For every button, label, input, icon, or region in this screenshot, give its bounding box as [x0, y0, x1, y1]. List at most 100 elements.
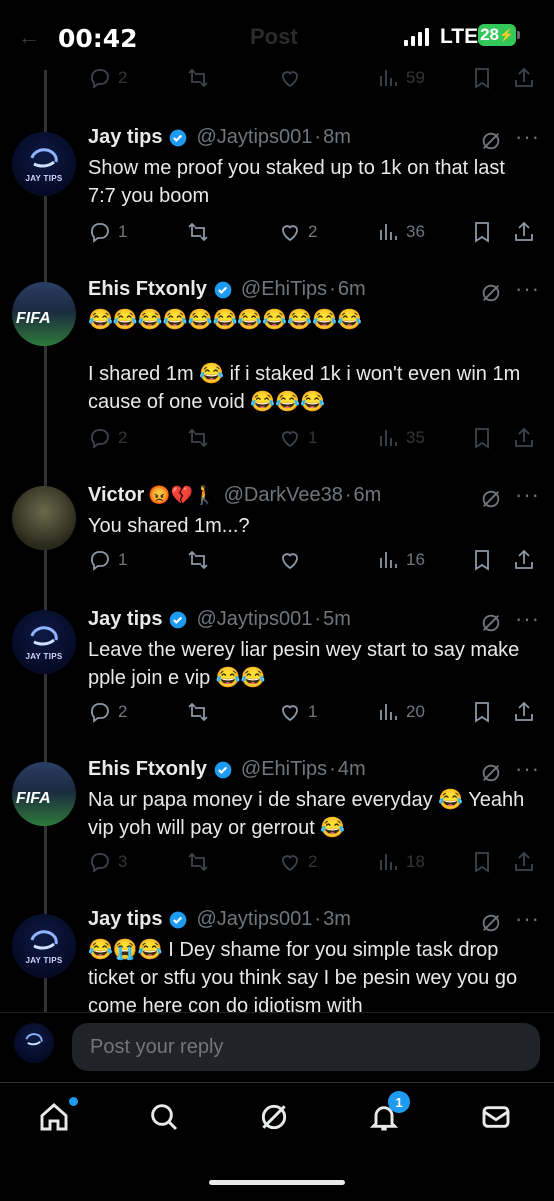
- avatar[interactable]: FIFA: [12, 282, 76, 346]
- post-time: 6m: [353, 484, 382, 506]
- share-icon: [515, 221, 533, 241]
- author-handle[interactable]: @Jaytips001: [196, 608, 312, 631]
- action-bar: 1 2 36: [88, 220, 533, 250]
- reply-button[interactable]: 3: [88, 850, 127, 874]
- author-handle[interactable]: @EhiTips: [241, 758, 327, 781]
- grok-icon[interactable]: [480, 130, 502, 152]
- views-button[interactable]: 59: [376, 66, 425, 90]
- grok-icon[interactable]: [480, 762, 502, 784]
- bookmark-button[interactable]: [470, 548, 494, 572]
- repost-button[interactable]: [186, 700, 210, 724]
- nav-notifications[interactable]: 1: [368, 1091, 410, 1137]
- grok-icon[interactable]: [480, 282, 502, 304]
- author-handle[interactable]: @Jaytips001: [196, 126, 312, 149]
- author-name[interactable]: Victor: [88, 484, 144, 507]
- grok-icon[interactable]: [480, 488, 502, 510]
- repost-button[interactable]: [186, 850, 210, 874]
- action-bar: 2 1 20: [88, 700, 533, 730]
- author-handle[interactable]: @EhiTips: [241, 278, 327, 301]
- avatar[interactable]: JAY TIPS: [12, 914, 76, 978]
- reply-icon: [91, 853, 109, 873]
- more-options-icon[interactable]: ···: [515, 606, 540, 632]
- reply-icon: [91, 69, 109, 89]
- repost-icon: [188, 428, 208, 448]
- bookmark-button[interactable]: [470, 66, 494, 90]
- post-header: Jay tips @Jaytips001 · 5m: [88, 608, 351, 631]
- grok-icon[interactable]: [480, 612, 502, 634]
- share-button[interactable]: [512, 700, 536, 724]
- heart-icon: [282, 855, 298, 872]
- nav-search[interactable]: [148, 1101, 184, 1137]
- avatar-label: FIFA: [16, 310, 51, 327]
- views-icon: [380, 224, 397, 240]
- more-options-icon[interactable]: ···: [515, 124, 540, 150]
- more-options-icon[interactable]: ···: [515, 276, 540, 302]
- repost-button[interactable]: [186, 220, 210, 244]
- bookmark-button[interactable]: [470, 850, 494, 874]
- views-count: 20: [406, 702, 425, 721]
- avatar-label: JAY TIPS: [25, 652, 63, 661]
- author-name[interactable]: Jay tips: [88, 126, 162, 149]
- nav-messages[interactable]: [480, 1101, 516, 1137]
- author-name[interactable]: Ehis Ftxonly: [88, 278, 207, 301]
- reply-button[interactable]: 2: [88, 426, 127, 450]
- my-avatar[interactable]: [14, 1023, 54, 1063]
- repost-button[interactable]: [186, 426, 210, 450]
- nav-grok[interactable]: [258, 1101, 294, 1137]
- avatar[interactable]: JAY TIPS: [12, 132, 76, 196]
- separator-dot: ·: [314, 608, 322, 630]
- bookmark-button[interactable]: [470, 426, 494, 450]
- like-button[interactable]: [278, 66, 302, 90]
- author-name[interactable]: Jay tips: [88, 608, 162, 631]
- avatar[interactable]: JAY TIPS: [12, 610, 76, 674]
- views-count: 18: [406, 852, 425, 871]
- avatar[interactable]: FIFA: [12, 762, 76, 826]
- jay-tips-logo-icon: [30, 930, 58, 950]
- more-options-icon[interactable]: ···: [515, 756, 540, 782]
- share-button[interactable]: [512, 66, 536, 90]
- bookmark-button[interactable]: [470, 220, 494, 244]
- repost-button[interactable]: [186, 66, 210, 90]
- notification-badge: 1: [388, 1091, 410, 1113]
- share-icon: [515, 549, 533, 569]
- nav-home[interactable]: [38, 1097, 78, 1137]
- like-button[interactable]: 2: [278, 850, 317, 874]
- grok-icon[interactable]: [480, 912, 502, 934]
- views-button[interactable]: 16: [376, 548, 425, 572]
- like-button[interactable]: 2: [278, 220, 317, 244]
- views-icon: [380, 704, 397, 720]
- author-handle[interactable]: @DarkVee38: [224, 484, 343, 507]
- views-button[interactable]: 18: [376, 850, 425, 874]
- reply-bar: [0, 1012, 554, 1083]
- share-button[interactable]: [512, 426, 536, 450]
- views-button[interactable]: 35: [376, 426, 425, 450]
- share-button[interactable]: [512, 850, 536, 874]
- more-options-icon[interactable]: ···: [515, 906, 540, 932]
- views-button[interactable]: 20: [376, 700, 425, 724]
- back-arrow-icon[interactable]: ←: [18, 24, 40, 50]
- like-button[interactable]: 1: [278, 700, 317, 724]
- status-bar: ← 00:42 Post LTE 28 ⚡: [0, 0, 554, 68]
- reply-post[interactable]: JAY TIPS Jay tips @Jaytips001 · 3m ··· 😂…: [0, 906, 554, 1012]
- reply-button[interactable]: 1: [88, 220, 127, 244]
- author-name[interactable]: Jay tips: [88, 908, 162, 931]
- avatar[interactable]: [12, 486, 76, 550]
- reply-input[interactable]: [72, 1023, 540, 1071]
- like-button[interactable]: 1: [278, 426, 317, 450]
- like-count: 1: [308, 702, 318, 721]
- share-button[interactable]: [512, 220, 536, 244]
- post-text: I shared 1m 😂 if i staked 1k i won't eve…: [88, 363, 521, 413]
- like-button[interactable]: [278, 548, 302, 572]
- repost-button[interactable]: [186, 548, 210, 572]
- author-name[interactable]: Ehis Ftxonly: [88, 758, 207, 781]
- share-button[interactable]: [512, 548, 536, 572]
- views-count: 59: [406, 68, 425, 87]
- reply-button[interactable]: 2: [88, 66, 127, 90]
- more-options-icon[interactable]: ···: [515, 482, 540, 508]
- like-count: 2: [308, 222, 318, 241]
- reply-button[interactable]: 2: [88, 700, 127, 724]
- views-button[interactable]: 36: [376, 220, 425, 244]
- reply-button[interactable]: 1: [88, 548, 127, 572]
- bookmark-button[interactable]: [470, 700, 494, 724]
- author-handle[interactable]: @Jaytips001: [196, 908, 312, 931]
